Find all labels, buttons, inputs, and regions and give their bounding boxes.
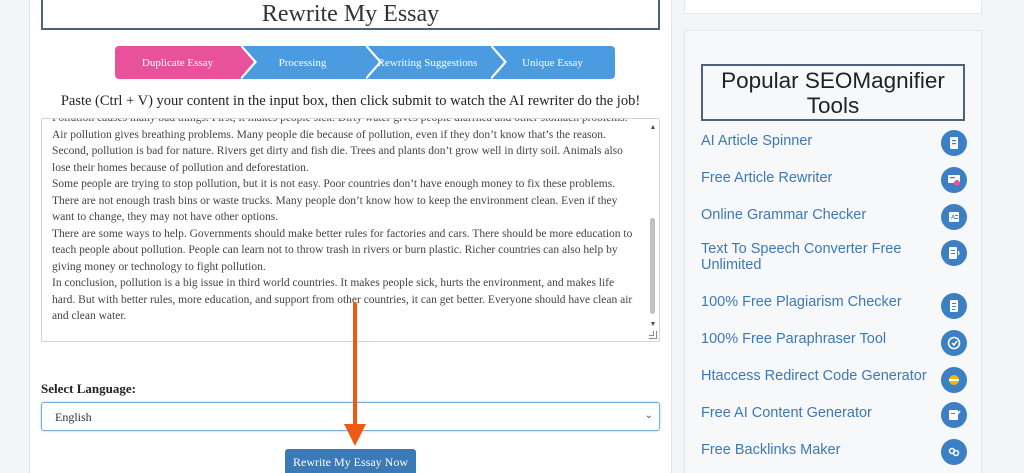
step-label: Rewriting Suggestions <box>377 56 478 69</box>
step-arrow <box>490 46 504 78</box>
essay-line: Air pollution gives breathing problems. … <box>52 128 606 141</box>
textarea-scrollbar[interactable]: ▲ ▼ <box>648 120 658 340</box>
sidebar-top-widget <box>684 0 982 14</box>
rewrite-essay-button[interactable]: Rewrite My Essay Now <box>285 449 416 473</box>
tool-link[interactable]: Htaccess Redirect Code Generator <box>701 368 933 384</box>
step-label: Unique Essay <box>522 56 583 69</box>
step-rewriting-suggestions: Rewriting Suggestions <box>365 44 507 80</box>
scroll-thumb[interactable] <box>650 218 655 314</box>
essay-line: teach people about pollution. People can… <box>52 244 618 256</box>
backlinks-icon[interactable] <box>941 439 967 465</box>
step-label: Duplicate Essay <box>141 56 214 69</box>
language-select-value: English <box>55 410 92 424</box>
grammar-checker-icon[interactable]: A <box>941 204 967 230</box>
tool-link[interactable]: Free Backlinks Maker <box>701 442 933 458</box>
sidebar-item-ai-article-spinner[interactable]: AI Article Spinner <box>701 128 967 156</box>
essay-text[interactable]: Pollution causes many bad things. First,… <box>52 118 644 325</box>
tool-link[interactable]: Free AI Content Generator <box>701 405 933 421</box>
sidebar-item-paraphraser-tool[interactable]: 100% Free Paraphraser Tool <box>701 326 967 356</box>
tool-link[interactable]: Online Grammar Checker <box>701 207 933 223</box>
essay-line: want to change, they may not have other … <box>52 211 279 223</box>
essay-line: Second, pollution is bad for nature. Riv… <box>52 145 623 157</box>
sidebar-item-text-to-speech[interactable]: Text To Speech Converter Free Unlimited <box>701 240 967 274</box>
tool-link[interactable]: 100% Free Paraphraser Tool <box>701 331 933 347</box>
sidebar-item-ai-content-generator[interactable]: Free AI Content Generator <box>701 400 967 428</box>
step-duplicate-essay: Duplicate Essay <box>115 44 257 80</box>
htaccess-icon[interactable] <box>941 367 967 393</box>
step-processing: Processing <box>240 44 382 80</box>
instruction-text: Paste (Ctrl + V) your content in the inp… <box>60 93 641 109</box>
tool-link[interactable]: 100% Free Plagiarism Checker <box>701 294 933 310</box>
text-to-speech-icon[interactable] <box>941 240 967 266</box>
select-language-label: Select Language: <box>41 381 136 396</box>
tool-link[interactable]: Text To Speech Converter Free Unlimited <box>701 241 933 273</box>
content-generator-icon[interactable] <box>941 402 967 428</box>
resize-grip-icon[interactable] <box>649 331 657 339</box>
essay-line: There are not enough trash bins or waste… <box>52 194 618 207</box>
sidebar-item-online-grammar-checker[interactable]: Online Grammar Checker A <box>701 202 967 230</box>
step-arrow <box>240 46 254 78</box>
sidebar-item-free-article-rewriter[interactable]: Free Article Rewriter <box>701 165 967 193</box>
page-title: Rewrite My Essay <box>261 0 440 27</box>
plagiarism-checker-icon[interactable] <box>941 293 967 319</box>
tool-link[interactable]: Free Article Rewriter <box>701 170 933 186</box>
step-label: Processing <box>278 56 327 69</box>
sidebar-title: Popular SEOMagnifier Tools <box>721 67 945 118</box>
essay-line: Some people are trying to stop pollution… <box>52 178 616 190</box>
essay-line: Pollution causes many bad things. First,… <box>52 118 628 124</box>
sidebar-title-box: Popular SEOMagnifier Tools <box>701 64 965 121</box>
chevron-down-icon: ⌄ <box>644 410 653 421</box>
scroll-up-icon[interactable]: ▲ <box>648 122 658 132</box>
article-spinner-icon[interactable] <box>941 130 967 156</box>
essay-line: There are some ways to help. Governments… <box>52 227 633 240</box>
essay-line: lose their homes because of pollution an… <box>52 161 309 174</box>
paraphraser-icon[interactable] <box>941 330 967 356</box>
essay-line: giving money or technology to fight poll… <box>52 260 266 273</box>
progress-steps: Duplicate Essay Processing Rewriting Sug… <box>115 44 615 80</box>
step-unique-essay: Unique Essay <box>490 46 615 79</box>
tool-link[interactable]: AI Article Spinner <box>701 133 933 149</box>
sidebar-item-backlinks-maker[interactable]: Free Backlinks Maker <box>701 437 967 465</box>
sidebar-item-plagiarism-checker[interactable]: 100% Free Plagiarism Checker <box>701 289 967 319</box>
article-rewriter-icon[interactable] <box>941 167 967 193</box>
sidebar-item-htaccess-redirect[interactable]: Htaccess Redirect Code Generator <box>701 363 967 393</box>
essay-line: In conclusion, pollution is a big issue … <box>52 277 615 289</box>
annotation-arrow-icon <box>344 302 366 446</box>
scroll-down-icon[interactable]: ▼ <box>648 319 658 329</box>
page-title-box: Rewrite My Essay <box>41 0 660 30</box>
